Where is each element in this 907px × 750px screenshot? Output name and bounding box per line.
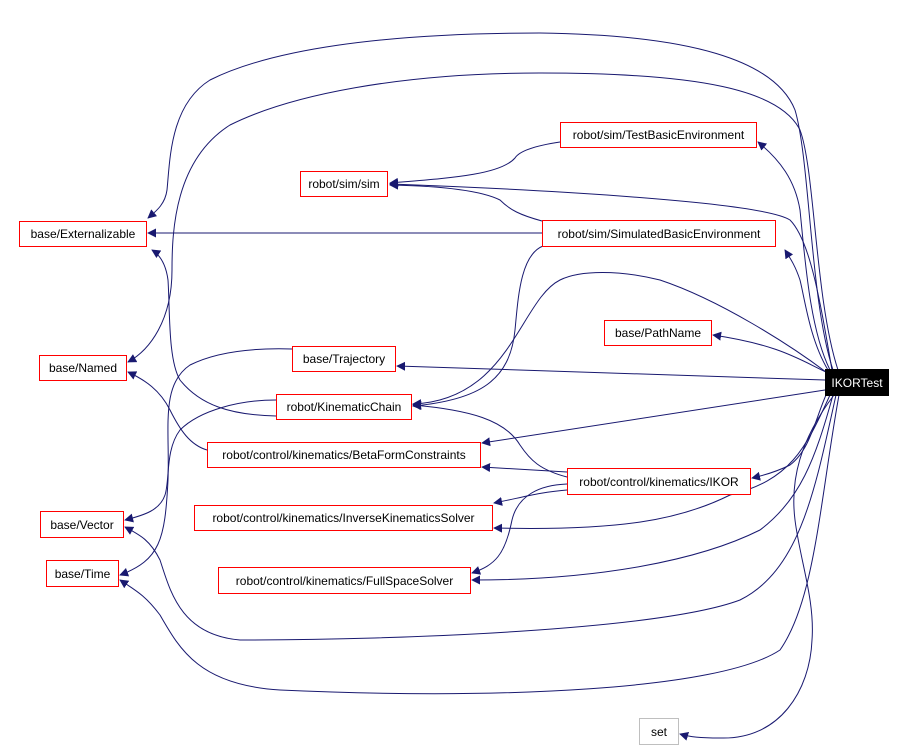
node-robot-control-kinematics-fullspacesolver[interactable]: robot/control/kinematics/FullSpaceSolver	[218, 567, 471, 594]
edge-ikortest-betaform	[481, 389, 826, 447]
node-robot-kinematicchain[interactable]: robot/KinematicChain	[276, 394, 412, 420]
node-label: robot/KinematicChain	[286, 400, 402, 414]
dependency-edges	[119, 32, 840, 741]
node-label: base/Trajectory	[302, 352, 386, 366]
node-robot-control-kinematics-betaformconstraints[interactable]: robot/control/kinematics/BetaFormConstra…	[207, 442, 481, 468]
node-label: base/Time	[54, 566, 111, 581]
node-ikortest-root[interactable]: IKORTest	[825, 369, 889, 396]
node-label: robot/control/kinematics/FullSpaceSolver	[235, 573, 454, 588]
edge-ikortest-trajectory	[396, 361, 826, 381]
node-label: base/Vector	[50, 517, 114, 532]
node-label: set	[650, 724, 667, 739]
node-base-trajectory[interactable]: base/Trajectory	[292, 346, 396, 372]
edge-ikortest-testbasicenv	[757, 141, 831, 371]
node-label: robot/sim/SimulatedBasicEnvironment	[557, 226, 761, 241]
node-label: IKORTest	[831, 375, 883, 390]
node-label: robot/control/kinematics/IKOR	[579, 474, 739, 489]
edge-ikor-iksolver	[493, 489, 568, 506]
node-label: robot/sim/TestBasicEnvironment	[572, 128, 745, 142]
edge-ikor-betaform	[481, 462, 568, 473]
edge-ikortest-externalizable	[147, 32, 834, 371]
node-robot-sim-testbasicenvironment[interactable]: robot/sim/TestBasicEnvironment	[560, 122, 757, 148]
edge-betaform-named	[127, 371, 208, 451]
edge-testbasicenv-sim	[389, 141, 561, 187]
node-robot-control-kinematics-ikor[interactable]: robot/control/kinematics/IKOR	[567, 468, 751, 495]
node-label: base/Named	[48, 361, 118, 375]
node-base-named[interactable]: base/Named	[39, 355, 127, 381]
edge-ikortest-pathname	[712, 331, 827, 373]
node-label: robot/control/kinematics/BetaFormConstra…	[222, 448, 466, 462]
node-robot-control-kinematics-inversekinematicssolver[interactable]: robot/control/kinematics/InverseKinemati…	[194, 505, 493, 531]
edge-ikortest-ikor	[751, 394, 827, 481]
node-label: robot/sim/sim	[308, 177, 380, 191]
node-label: base/Externalizable	[30, 227, 136, 241]
node-base-externalizable[interactable]: base/Externalizable	[19, 221, 147, 247]
node-base-vector[interactable]: base/Vector	[40, 511, 124, 538]
edge-ikortest-time	[119, 394, 840, 695]
node-robot-sim-sim[interactable]: robot/sim/sim	[300, 171, 388, 197]
edge-simbasicenv-sim	[389, 180, 543, 222]
node-base-time[interactable]: base/Time	[46, 560, 119, 587]
node-label: base/PathName	[614, 326, 702, 340]
node-robot-sim-simulatedbasicenvironment[interactable]: robot/sim/SimulatedBasicEnvironment	[542, 220, 776, 247]
node-base-pathname[interactable]: base/PathName	[604, 320, 712, 346]
edge-simbasicenv-kinchain	[412, 245, 544, 410]
edge-kinchain-externalizable	[151, 249, 277, 417]
node-set-external[interactable]: set	[639, 718, 679, 745]
node-label: robot/control/kinematics/InverseKinemati…	[212, 511, 475, 525]
